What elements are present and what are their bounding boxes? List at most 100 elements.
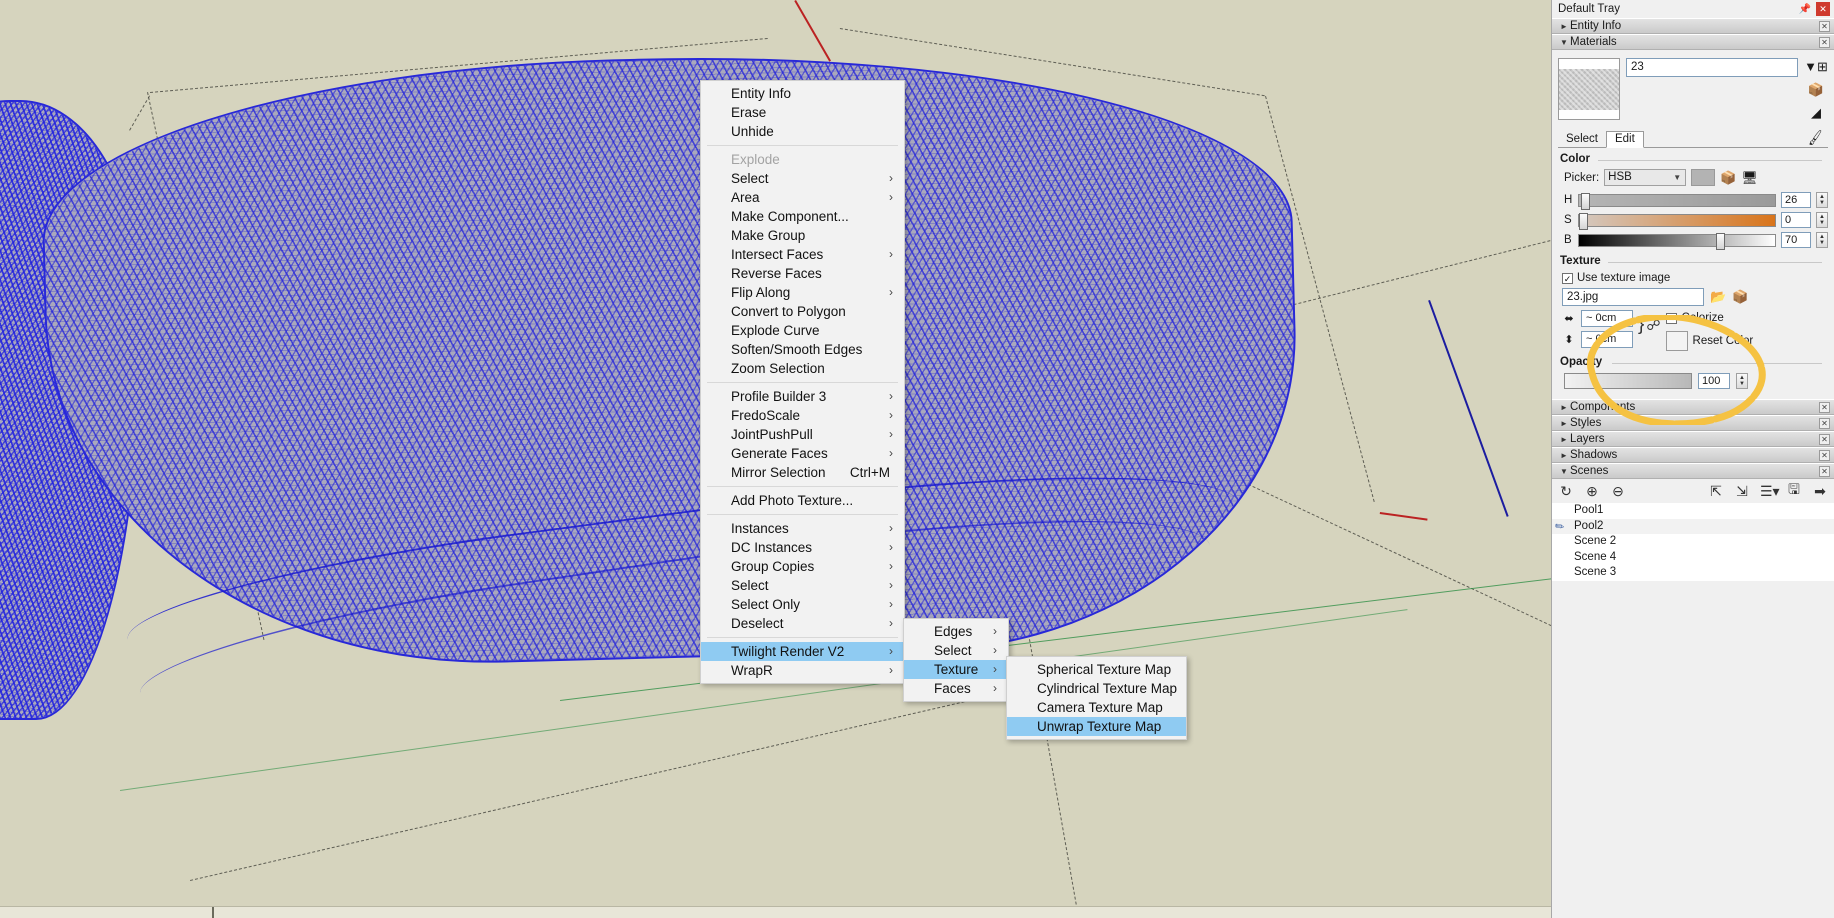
context-menu-item-deselect[interactable]: Deselect ›	[701, 614, 904, 633]
scene-list-item[interactable]: Scene 4	[1552, 550, 1834, 566]
panel-header-layers[interactable]: ► Layers ✕	[1552, 431, 1834, 447]
panel-close-icon[interactable]: ✕	[1819, 434, 1830, 445]
panel-close-icon[interactable]: ✕	[1819, 402, 1830, 413]
spinner-b[interactable]: ▲ ▼	[1816, 232, 1828, 248]
slider-thumb-h[interactable]	[1581, 192, 1590, 210]
context-menu-item-select-only[interactable]: Select Only ›	[701, 595, 904, 614]
slider-h[interactable]: H 26 ▲ ▼	[1558, 190, 1828, 210]
texture-submenu-item-cylindrical-texture-map[interactable]: Cylindrical Texture Map	[1007, 679, 1186, 698]
aspect-lock-icon[interactable]: } ☍	[1638, 310, 1661, 336]
refresh-icon[interactable]: ↻	[1558, 483, 1574, 500]
panel-header-materials[interactable]: ▼ Materials ✕	[1552, 34, 1834, 50]
context-menu-item-group-copies[interactable]: Group Copies ›	[701, 557, 904, 576]
close-icon[interactable]: ✕	[1816, 2, 1830, 16]
color-preview-swatch[interactable]	[1691, 169, 1716, 186]
scene-list-item[interactable]: Pool1	[1552, 503, 1834, 519]
texture-file-input[interactable]: 23.jpg	[1562, 288, 1704, 306]
remove-scene-icon[interactable]: ⊖	[1610, 483, 1626, 500]
display-secondary-selection-icon[interactable]: ▼⊞	[1804, 58, 1828, 76]
browse-texture-icon[interactable]: 📂	[1710, 289, 1726, 305]
panel-header-entity-info[interactable]: ► Entity Info ✕	[1552, 18, 1834, 34]
colorize-row[interactable]: Colorize	[1665, 312, 1754, 324]
context-menu-item-jointpushpull[interactable]: JointPushPull ›	[701, 425, 904, 444]
context-menu-item-erase[interactable]: Erase	[701, 103, 904, 122]
default-tray[interactable]: Default Tray 📌 ✕ ► Entity Info ✕ ▼ Mater…	[1551, 0, 1834, 918]
context-menu-item-make-group[interactable]: Make Group	[701, 226, 904, 245]
context-menu-item-profile-builder-3[interactable]: Profile Builder 3 ›	[701, 387, 904, 406]
slider-thumb-b[interactable]	[1716, 232, 1726, 250]
reset-color-row[interactable]: Reset Color	[1665, 331, 1753, 351]
export-icon[interactable]: ➡	[1812, 483, 1828, 500]
material-name-input[interactable]: 23	[1626, 58, 1798, 77]
context-menu-item-reverse-faces[interactable]: Reverse Faces	[701, 264, 904, 283]
panel-close-icon[interactable]: ✕	[1819, 37, 1830, 48]
context-menu-item-mirror-selection[interactable]: Mirror Selection Ctrl+M	[701, 463, 904, 482]
eyedropper-icon[interactable]: 🖌	[1806, 129, 1825, 148]
scenes-toolbar[interactable]: ↻ ⊕ ⊖ ⇱ ⇲ ☰▾ 🖫 ➡	[1552, 479, 1834, 503]
match-screen-color-icon[interactable]: 🖥	[1741, 170, 1758, 186]
colorize-checkbox[interactable]	[1665, 312, 1677, 324]
context-menu-item-add-photo-texture[interactable]: Add Photo Texture...	[701, 491, 904, 510]
context-menu-item-instances[interactable]: Instances ›	[701, 519, 904, 538]
use-texture-checkbox[interactable]: ✓	[1562, 272, 1573, 284]
scene-list-item[interactable]: Scene 2	[1552, 534, 1834, 550]
slider-value-s[interactable]: 0	[1781, 212, 1811, 228]
use-texture-row[interactable]: ✓ Use texture image	[1558, 269, 1828, 288]
twilight-submenu-item-faces[interactable]: Faces ›	[904, 679, 1008, 698]
pin-icon[interactable]: 📌	[1798, 2, 1812, 16]
spinner-s[interactable]: ▲ ▼	[1816, 212, 1828, 228]
context-menu-item-fredoscale[interactable]: FredoScale ›	[701, 406, 904, 425]
slider-s[interactable]: S 0 ▲ ▼	[1558, 210, 1828, 230]
create-material-icon[interactable]: 📦	[1806, 81, 1826, 99]
material-tabs[interactable]: Select Edit 🖌	[1558, 129, 1828, 148]
context-menu-item-wrapr[interactable]: WrapR ›	[701, 661, 904, 680]
opacity-slider-track[interactable]	[1564, 373, 1692, 389]
context-menu-item-explode-curve[interactable]: Explode Curve	[701, 321, 904, 340]
context-menu[interactable]: Entity Info Erase Unhide Explode Select › Area…	[700, 80, 905, 684]
slider-value-h[interactable]: 26	[1781, 192, 1811, 208]
tab-edit[interactable]: Edit	[1605, 131, 1644, 148]
context-menu-item-intersect-faces[interactable]: Intersect Faces ›	[701, 245, 904, 264]
move-up-icon[interactable]: ⇱	[1708, 483, 1724, 500]
edit-texture-icon[interactable]: 📦	[1732, 289, 1748, 305]
context-menu-item-dc-instances[interactable]: DC Instances ›	[701, 538, 904, 557]
chain-link-icon[interactable]: ☍	[1646, 317, 1660, 334]
context-menu-item-twilight-render-v2[interactable]: Twilight Render V2 ›	[701, 642, 904, 661]
texture-submenu-item-unwrap-texture-map[interactable]: Unwrap Texture Map	[1007, 717, 1186, 736]
texture-submenu-item-camera-texture-map[interactable]: Camera Texture Map	[1007, 698, 1186, 717]
slider-track-b[interactable]	[1578, 232, 1776, 250]
texture-submenu[interactable]: Spherical Texture Map Cylindrical Texture…	[1006, 656, 1187, 740]
context-menu-item-select[interactable]: Select ›	[701, 169, 904, 188]
panel-close-icon[interactable]: ✕	[1819, 418, 1830, 429]
context-menu-item-make-component[interactable]: Make Component...	[701, 207, 904, 226]
tab-select[interactable]: Select	[1558, 132, 1606, 147]
context-menu-item-soften-smooth-edges[interactable]: Soften/Smooth Edges	[701, 340, 904, 359]
context-menu-item-flip-along[interactable]: Flip Along ›	[701, 283, 904, 302]
picker-select[interactable]: HSB ▼	[1604, 169, 1687, 186]
panel-close-icon[interactable]: ✕	[1819, 450, 1830, 461]
context-menu-item-select[interactable]: Select ›	[701, 576, 904, 595]
move-down-icon[interactable]: ⇲	[1734, 483, 1750, 500]
reset-color-swatch[interactable]	[1665, 331, 1688, 351]
scene-list-item[interactable]: Scene 3	[1552, 565, 1834, 581]
context-menu-item-convert-to-polygon[interactable]: Convert to Polygon	[701, 302, 904, 321]
slider-b[interactable]: B 70 ▲ ▼	[1558, 230, 1828, 250]
opacity-value[interactable]: 100	[1698, 373, 1730, 389]
context-menu-item-area[interactable]: Area ›	[701, 188, 904, 207]
show-details-icon[interactable]: 🖫	[1786, 479, 1802, 503]
texture-height-input[interactable]: ~ 0cm	[1581, 331, 1633, 348]
view-options-icon[interactable]: ☰▾	[1760, 483, 1780, 500]
slider-thumb-s[interactable]	[1579, 212, 1588, 230]
panel-header-components[interactable]: ► Components ✕	[1552, 399, 1834, 415]
scene-list-item[interactable]: ✎ Pool2	[1552, 518, 1834, 534]
scenes-list[interactable]: Pool1 ✎ Pool2 Scene 2 Scene 4 Scene 3	[1552, 503, 1834, 581]
panel-header-scenes[interactable]: ▼ Scenes ✕	[1552, 463, 1834, 479]
set-default-material-icon[interactable]: ◢	[1806, 104, 1826, 122]
add-scene-icon[interactable]: ⊕	[1584, 483, 1600, 500]
mesh-object-primary[interactable]	[38, 41, 1304, 760]
material-swatch[interactable]	[1558, 58, 1620, 120]
panel-close-icon[interactable]: ✕	[1819, 466, 1830, 477]
context-menu-item-unhide[interactable]: Unhide	[701, 122, 904, 141]
context-menu-item-entity-info[interactable]: Entity Info	[701, 84, 904, 103]
spinner-h[interactable]: ▲ ▼	[1816, 192, 1828, 208]
